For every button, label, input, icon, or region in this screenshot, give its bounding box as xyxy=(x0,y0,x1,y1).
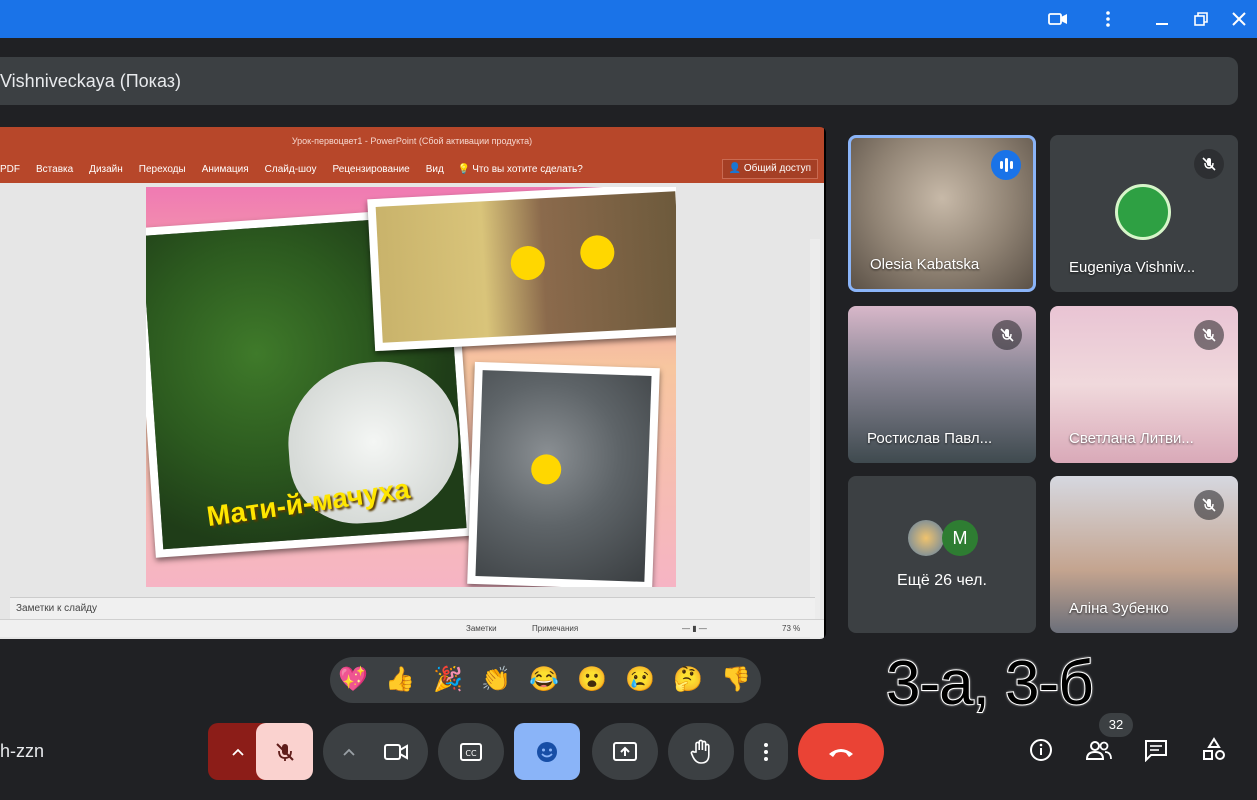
avatar xyxy=(908,520,944,556)
reaction-sparkling-heart[interactable]: 💖 xyxy=(338,665,368,695)
ribbon-tab[interactable]: Вставка xyxy=(36,164,73,175)
window-title-bar xyxy=(0,0,1257,38)
notes-field[interactable]: Заметки к слайду xyxy=(10,597,815,619)
chevron-up-icon xyxy=(232,748,244,756)
mic-off-icon xyxy=(1194,490,1224,520)
raise-hand-button[interactable] xyxy=(668,723,734,780)
captions-button[interactable]: CC xyxy=(438,723,504,780)
reactions-button[interactable] xyxy=(514,723,580,780)
hand-icon xyxy=(690,739,710,764)
powerpoint-ribbon: PDF Вставка Дизайн Переходы Анимация Сла… xyxy=(0,155,824,183)
reaction-laugh[interactable]: 😂 xyxy=(529,665,559,695)
stones-photo xyxy=(467,361,660,587)
participant-tile[interactable]: Ростислав Павл... xyxy=(848,306,1036,463)
leave-call-button[interactable] xyxy=(798,723,884,780)
avatar: M xyxy=(942,520,978,556)
notes-status[interactable]: Заметки xyxy=(466,624,497,633)
avatar-letter: M xyxy=(952,528,968,548)
presenter-label: Vishniveckaya (Показ) xyxy=(0,71,182,91)
chevron-up-icon xyxy=(342,748,355,756)
lightbulb-icon: 💡 xyxy=(457,163,471,175)
mic-toggle-button[interactable] xyxy=(256,723,313,780)
mic-off-icon xyxy=(1194,320,1224,350)
reaction-thumbs-down[interactable]: 👎 xyxy=(721,665,751,695)
ribbon-tab[interactable]: Слайд-шоу xyxy=(265,164,317,175)
camera-icon xyxy=(383,743,408,760)
present-screen-button[interactable] xyxy=(592,723,658,780)
tell-me-input[interactable]: Что вы хотите сделать? xyxy=(472,164,583,175)
participant-count-badge: 32 xyxy=(1099,713,1133,737)
share-button[interactable]: 👤 Общий доступ xyxy=(721,159,818,179)
avatar-stack: M xyxy=(908,520,978,556)
ribbon-tab[interactable]: Рецензирование xyxy=(333,164,410,175)
mic-off-icon xyxy=(1194,149,1224,179)
chat-icon xyxy=(1145,740,1167,762)
participant-tile[interactable]: Аліна Зубенко xyxy=(1050,476,1238,633)
reaction-clap[interactable]: 👏 xyxy=(481,665,511,695)
end-call-icon xyxy=(829,748,853,757)
emoji-icon xyxy=(537,741,557,762)
more-vert-icon[interactable] xyxy=(1097,8,1119,30)
chat-button[interactable] xyxy=(1141,735,1171,765)
closed-captions-icon: CC xyxy=(460,742,482,761)
avatar xyxy=(1115,184,1171,240)
participant-name: Светлана Литви... xyxy=(1069,430,1194,447)
presentation-banner: Vishniveckaya (Показ) xyxy=(0,57,1238,105)
people-icon xyxy=(1085,741,1112,760)
shared-screen[interactable]: Урок-первоцвет1 - PowerPoint (Сбой актив… xyxy=(0,127,826,639)
participant-tile[interactable]: Светлана Литви... xyxy=(1050,306,1238,463)
activities-icon xyxy=(1203,737,1225,760)
mic-off-icon xyxy=(992,320,1022,350)
meeting-code: h-zzn xyxy=(0,741,45,761)
reaction-surprised[interactable]: 😮 xyxy=(577,665,607,695)
close-icon[interactable] xyxy=(1228,8,1250,30)
zoom-level[interactable]: 73 % xyxy=(782,624,800,633)
reactions-bar: 💖 👍 🎉 👏 😂 😮 😢 🤔 👎 xyxy=(330,657,761,703)
participant-tile[interactable]: Olesia Kabatska xyxy=(848,135,1036,292)
comments-status[interactable]: Примечания xyxy=(532,624,578,633)
slide: Мати-й-мачуха xyxy=(146,187,676,587)
reaction-party[interactable]: 🎉 xyxy=(433,665,463,695)
ribbon-tab[interactable]: Вид xyxy=(426,164,444,175)
participant-name: Ростислав Павл... xyxy=(867,430,993,447)
activities-button[interactable] xyxy=(1199,735,1229,765)
restore-icon[interactable] xyxy=(1190,8,1212,30)
class-overlay-text: 3-а, 3-б xyxy=(885,648,1095,719)
info-icon xyxy=(1030,739,1052,761)
more-vert-icon xyxy=(764,742,768,761)
svg-text:CC: CC xyxy=(465,749,477,758)
tea-photo xyxy=(367,187,676,352)
more-options-button[interactable] xyxy=(744,723,788,780)
participant-name: Аліна Зубенко xyxy=(1069,600,1169,617)
reaction-thumbs-up[interactable]: 👍 xyxy=(385,665,415,695)
video-options-button[interactable] xyxy=(323,723,428,780)
person-icon: 👤 xyxy=(728,163,744,174)
participant-name: Olesia Kabatska xyxy=(870,256,980,273)
slide-editor: Мати-й-мачуха xyxy=(0,183,824,639)
participant-name: Eugeniya Vishniv... xyxy=(1069,259,1196,276)
meeting-info-button[interactable] xyxy=(1026,735,1056,765)
speaking-indicator-icon xyxy=(991,150,1021,180)
zoom-slider[interactable]: — ▮ — xyxy=(682,624,707,633)
vertical-scrollbar[interactable] xyxy=(810,239,820,639)
reaction-thinking[interactable]: 🤔 xyxy=(673,665,703,695)
ribbon-tab[interactable]: Анимация xyxy=(202,164,249,175)
people-button[interactable] xyxy=(1084,735,1114,765)
ribbon-tab[interactable]: Переходы xyxy=(139,164,186,175)
participant-more-tile[interactable]: M Ещё 26 чел. xyxy=(848,476,1036,633)
mic-off-icon xyxy=(275,742,294,761)
status-bar: Заметки Примечания — ▮ — 73 % xyxy=(0,619,824,637)
minimize-icon[interactable] xyxy=(1151,8,1173,30)
camera-icon[interactable] xyxy=(1047,8,1069,30)
more-participants-label: Ещё 26 чел. xyxy=(897,572,987,589)
participant-tile[interactable]: Eugeniya Vishniv... xyxy=(1050,135,1238,292)
ribbon-tab[interactable]: Дизайн xyxy=(89,164,123,175)
ribbon-tab[interactable]: PDF xyxy=(0,164,20,175)
present-icon xyxy=(613,741,637,761)
reaction-sad[interactable]: 😢 xyxy=(625,665,655,695)
powerpoint-title: Урок-первоцвет1 - PowerPoint (Сбой актив… xyxy=(0,127,824,155)
share-label: Общий доступ xyxy=(743,163,811,174)
